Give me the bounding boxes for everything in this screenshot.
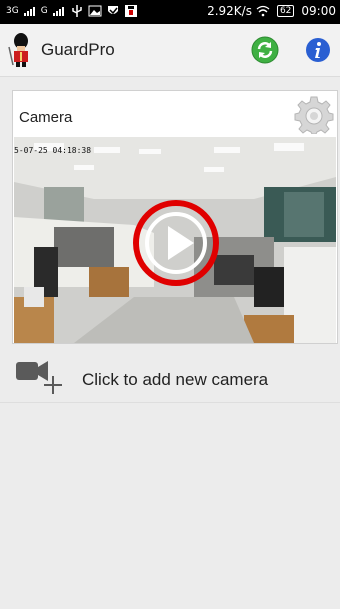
camera-title: Camera — [19, 109, 73, 126]
camera-preview[interactable]: 5-07-25 04:18:38 — [14, 137, 336, 343]
guardsman-logo-icon — [8, 33, 28, 67]
shield-icon — [107, 6, 118, 15]
add-camera-row[interactable]: Click to add new camera — [0, 350, 340, 403]
status-bar: 3G G 2.92K/s 62 09:00 — [0, 0, 340, 24]
status-right: 2.92K/s 62 09:00 — [207, 4, 336, 18]
wifi-icon — [256, 5, 270, 17]
app-bar: GuardPro — [0, 24, 340, 77]
camera-card[interactable]: Camera 5-07-25 04:18:38 — [12, 90, 338, 344]
network-speed: 2.92K/s — [207, 4, 252, 18]
signal-icon — [23, 7, 35, 16]
add-camera-icon[interactable] — [16, 358, 66, 396]
add-camera-label: Click to add new camera — [82, 370, 269, 389]
clock: 09:00 — [301, 4, 336, 18]
image-icon — [88, 5, 102, 17]
app-title: GuardPro — [41, 40, 115, 59]
gear-icon[interactable] — [294, 94, 334, 134]
info-icon[interactable] — [305, 37, 331, 63]
play-icon[interactable] — [131, 198, 221, 288]
guard-notification-icon — [124, 5, 137, 17]
network-g-label: G — [40, 6, 48, 16]
usb-icon — [71, 5, 82, 17]
battery-icon: 62 — [276, 5, 295, 17]
status-left: 3G G — [6, 5, 138, 17]
refresh-icon[interactable] — [251, 36, 279, 64]
signal-icon-2 — [52, 7, 64, 16]
timestamp-overlay: 5-07-25 04:18:38 — [14, 146, 92, 155]
network-3g-label: 3G — [6, 6, 19, 16]
